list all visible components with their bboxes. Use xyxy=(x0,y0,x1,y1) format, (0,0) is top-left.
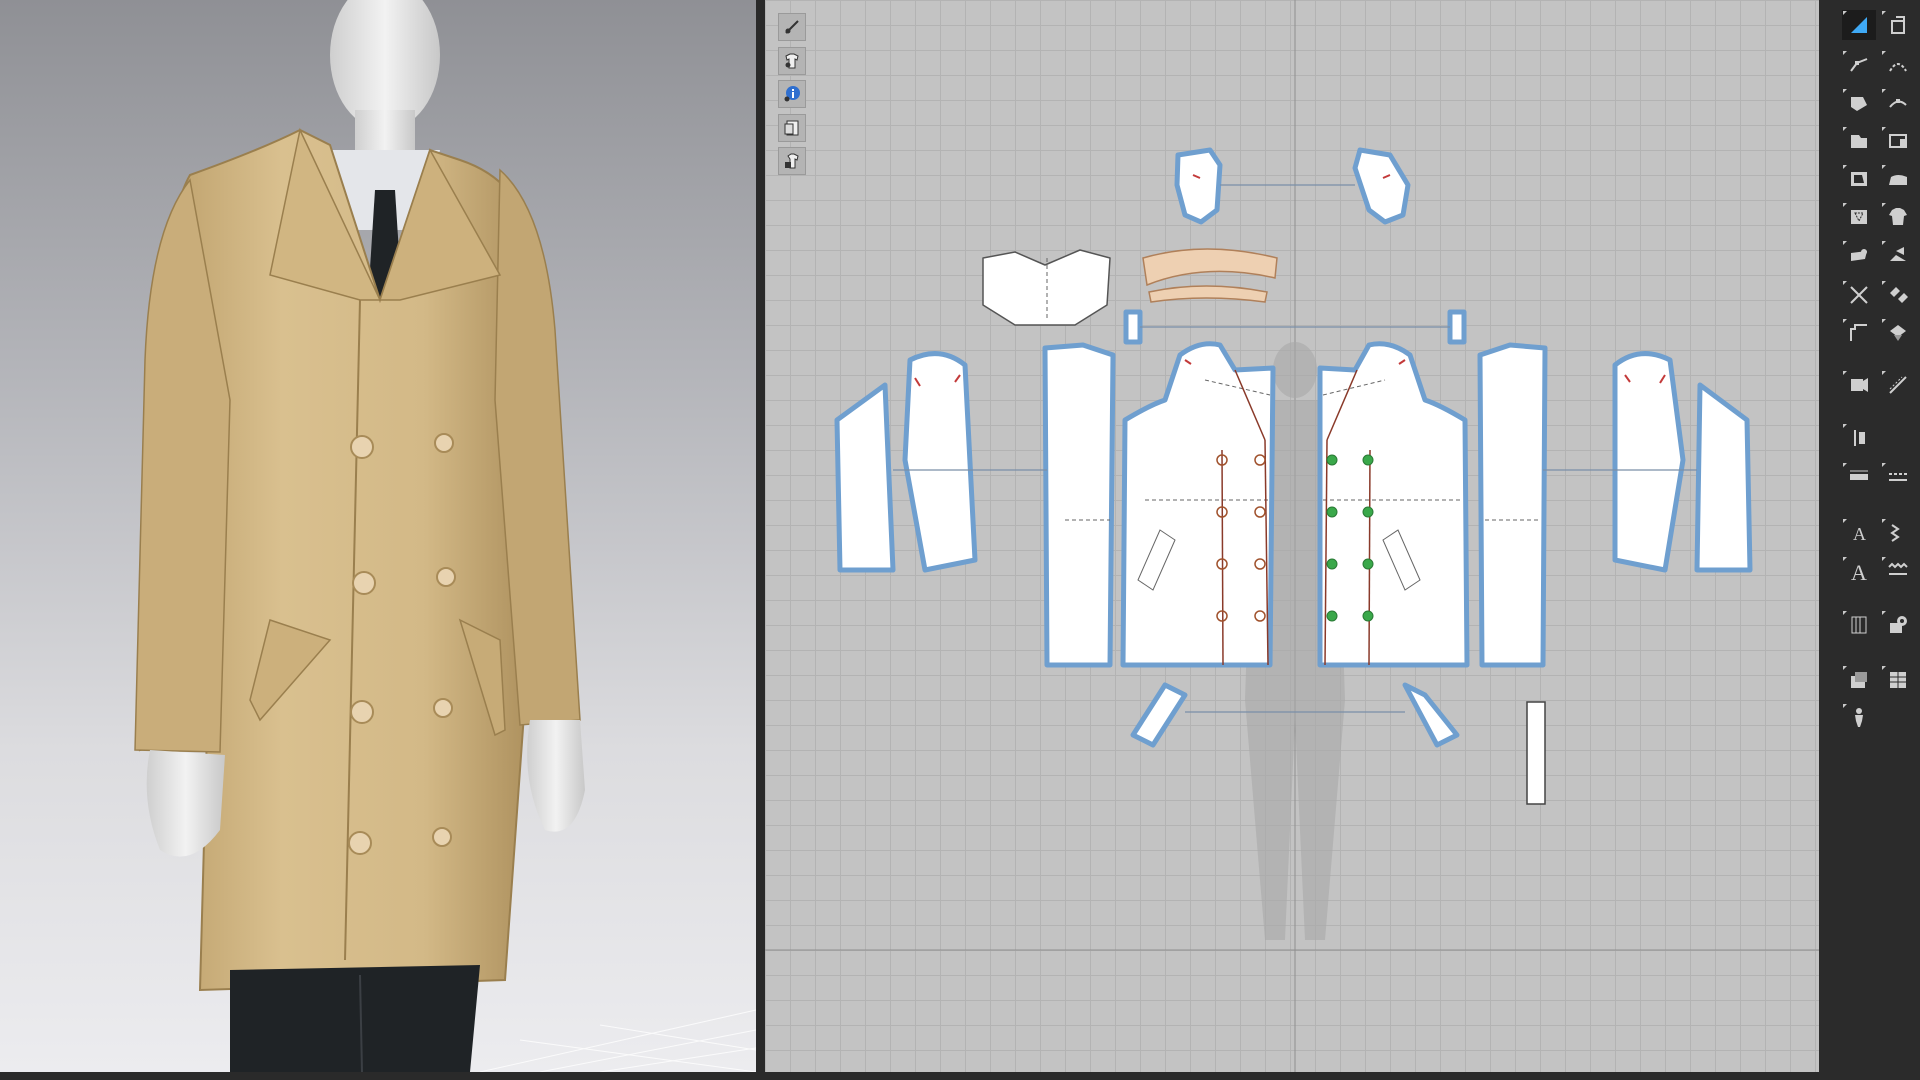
lock-garment-icon[interactable] xyxy=(778,147,806,175)
seam-allowance-icon[interactable] xyxy=(1842,370,1876,400)
button-icon[interactable] xyxy=(1881,610,1915,640)
pleat-icon[interactable] xyxy=(1881,556,1915,586)
shirt-icon[interactable] xyxy=(1881,202,1915,232)
clo3d-app-window: A A xyxy=(0,0,1920,1080)
floor-grid xyxy=(479,1009,756,1072)
pattern-piece-top-right xyxy=(1352,147,1411,225)
free-sewing-icon[interactable] xyxy=(1881,280,1915,310)
pattern-piece-side-panel-left xyxy=(1042,342,1116,668)
pattern-piece-sleeve-top-right xyxy=(1612,351,1686,573)
pattern-piece-tab-right xyxy=(1447,309,1467,345)
transform-3d-icon[interactable] xyxy=(1881,10,1915,40)
pattern-piece-front-left xyxy=(1120,341,1276,668)
status-strip xyxy=(0,1072,1819,1080)
garment-eye-icon[interactable] xyxy=(778,47,806,75)
needle-eye-icon[interactable] xyxy=(778,13,806,41)
segment-sewing-icon[interactable] xyxy=(1881,240,1915,270)
wave-stitch-icon[interactable] xyxy=(1881,518,1915,548)
pattern-piece-collar-stand xyxy=(1148,285,1268,303)
pattern-piece-belt-loop-right xyxy=(1402,682,1460,748)
polygon-icon[interactable] xyxy=(1842,126,1876,156)
transform-pattern-icon[interactable] xyxy=(1842,10,1876,40)
pattern-piece-sleeve-under-left xyxy=(834,382,896,573)
viewport-3d[interactable] xyxy=(0,0,756,1072)
pattern-piece-strip xyxy=(1526,701,1546,805)
ruler-icon[interactable] xyxy=(1842,462,1876,492)
avatar-measure-icon[interactable] xyxy=(1881,665,1915,695)
binding-icon[interactable] xyxy=(1842,423,1876,453)
edit-pattern-icon[interactable] xyxy=(1842,50,1876,80)
avatar-render xyxy=(134,0,756,1072)
trousers xyxy=(230,965,480,1072)
pattern-canvas xyxy=(765,0,1819,1072)
pattern-piece-front-right xyxy=(1317,341,1470,668)
svg-text:A: A xyxy=(1853,524,1866,544)
pattern-piece-collar xyxy=(1142,248,1278,287)
iron-icon[interactable] xyxy=(1881,164,1915,194)
pattern-sheet-icon[interactable] xyxy=(778,114,806,142)
rectangle-icon[interactable] xyxy=(1881,126,1915,156)
pattern-piece-sleeve-top-left xyxy=(902,351,978,573)
annotation-icon[interactable]: A xyxy=(1842,556,1876,586)
topstitch-icon[interactable] xyxy=(1881,370,1915,400)
tool-palette: A A xyxy=(1819,0,1920,1080)
pattern-piece-sleeve-under-right xyxy=(1694,382,1753,573)
internal-shape-icon[interactable] xyxy=(1842,164,1876,194)
curve-point-icon[interactable] xyxy=(1881,88,1915,118)
avatar-pose-icon[interactable] xyxy=(1842,703,1876,733)
zigzag-stitch-icon[interactable] xyxy=(1881,462,1915,492)
grading-icon[interactable] xyxy=(1842,610,1876,640)
view-splitter[interactable] xyxy=(756,0,765,1080)
tack-icon[interactable] xyxy=(1881,318,1915,348)
pattern-piece-top-left xyxy=(1174,147,1223,225)
text-icon[interactable]: A xyxy=(1842,518,1876,548)
trace-icon[interactable] xyxy=(1842,280,1876,310)
dart-icon[interactable] xyxy=(1842,202,1876,232)
info-icon[interactable] xyxy=(778,80,806,108)
pattern-window-2d[interactable] xyxy=(765,0,1819,1072)
fabric-icon[interactable] xyxy=(1842,665,1876,695)
fold-arrangement-icon[interactable] xyxy=(1842,240,1876,270)
pattern-piece-side-panel-right xyxy=(1477,342,1548,668)
add-point-icon[interactable] xyxy=(1842,88,1876,118)
collar-pieces xyxy=(1142,248,1278,303)
puckering-icon[interactable] xyxy=(1842,318,1876,348)
svg-text:A: A xyxy=(1851,560,1867,583)
pattern-piece-tab-left xyxy=(1123,309,1143,345)
avatar-hand-right xyxy=(527,720,585,832)
edit-curvature-icon[interactable] xyxy=(1881,50,1915,80)
pattern-piece-belt-loop-left xyxy=(1130,682,1188,748)
